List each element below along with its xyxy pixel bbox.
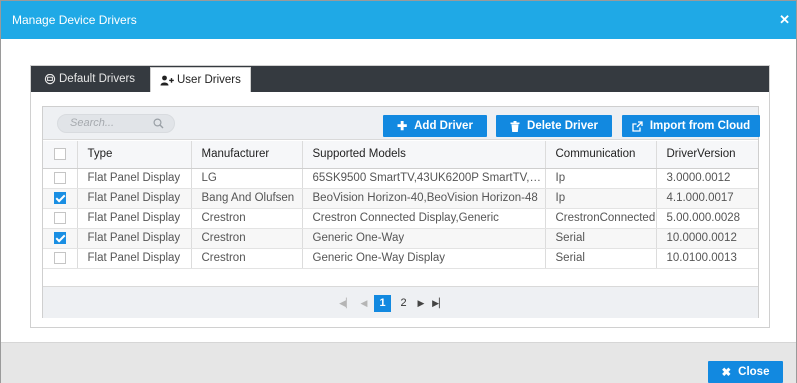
- external-link-icon: [632, 120, 643, 132]
- cell-supported-models: 65SK9500 SmartTV,43UK6200P SmartTV,43...: [302, 168, 546, 189]
- cell-communication: Serial: [545, 228, 657, 249]
- page-2-button[interactable]: 2: [395, 295, 412, 312]
- row-checkbox[interactable]: [53, 211, 66, 224]
- row-checkbox[interactable]: [53, 251, 66, 264]
- row-checkbox[interactable]: [53, 191, 66, 204]
- cell-type: Flat Panel Display: [77, 188, 192, 209]
- table-row[interactable]: Flat Panel Display Crestron Generic One-…: [43, 248, 758, 269]
- cell-type: Flat Panel Display: [77, 228, 192, 249]
- add-driver-label: Add Driver: [414, 120, 473, 132]
- pagination: ◀▏ ◀ 1 2 ▶ ▶▏: [43, 286, 758, 318]
- column-header-manufacturer[interactable]: Manufacturer: [191, 141, 303, 169]
- cell-type: Flat Panel Display: [77, 168, 192, 189]
- first-page-icon[interactable]: ◀▏: [339, 295, 353, 312]
- close-x-icon: ✖: [721, 367, 732, 379]
- row-select-cell: [43, 168, 78, 189]
- cell-type: Flat Panel Display: [77, 248, 192, 269]
- tab-default-drivers[interactable]: Default Drivers: [35, 66, 144, 92]
- tab-default-drivers-label: Default Drivers: [59, 73, 136, 85]
- row-select-cell: [43, 188, 78, 209]
- drivers-grid-container: Search... ✚ Add Driver Delete Driver Imp…: [42, 106, 760, 318]
- cell-manufacturer: Crestron: [191, 228, 303, 249]
- dialog-title: Manage Device Drivers: [12, 13, 137, 27]
- close-icon[interactable]: ✕: [779, 12, 790, 28]
- add-driver-button[interactable]: ✚ Add Driver: [383, 115, 487, 137]
- drivers-panel: Default Drivers User Drivers Search... ✚…: [30, 65, 770, 328]
- cell-type: Flat Panel Display: [77, 208, 192, 229]
- table-row[interactable]: Flat Panel Display LG 65SK9500 SmartTV,4…: [43, 168, 758, 189]
- cell-communication: Ip: [545, 188, 657, 209]
- search-placeholder: Search...: [70, 117, 115, 129]
- select-all-checkbox[interactable]: [53, 148, 66, 161]
- close-button[interactable]: ✖ Close: [708, 361, 783, 383]
- cell-communication: Ip: [545, 168, 657, 189]
- row-checkbox[interactable]: [53, 231, 66, 244]
- cell-supported-models: Generic One-Way: [302, 228, 546, 249]
- tab-bar: Default Drivers User Drivers: [31, 66, 769, 92]
- table-row[interactable]: Flat Panel Display Crestron Crestron Con…: [43, 208, 758, 229]
- table-row[interactable]: Flat Panel Display Bang And Olufsen BeoV…: [43, 188, 758, 209]
- monitor-icon: [44, 73, 56, 84]
- cell-communication: Serial: [545, 248, 657, 269]
- page-1-button[interactable]: 1: [374, 295, 391, 312]
- row-select-cell: [43, 248, 78, 269]
- import-from-cloud-button[interactable]: Import from Cloud: [622, 115, 760, 137]
- trash-icon: [510, 120, 520, 132]
- search-input[interactable]: Search...: [57, 114, 175, 133]
- cell-supported-models: Generic One-Way Display: [302, 248, 546, 269]
- cell-supported-models: Crestron Connected Display,Generic: [302, 208, 546, 229]
- column-header-type[interactable]: Type: [77, 141, 192, 169]
- grid-toolbar: Search... ✚ Add Driver Delete Driver Imp…: [43, 107, 760, 140]
- tab-user-drivers[interactable]: User Drivers: [150, 67, 251, 92]
- cell-manufacturer: LG: [191, 168, 303, 189]
- drivers-table: Type Manufacturer Supported Models Commu…: [43, 141, 758, 269]
- delete-driver-button[interactable]: Delete Driver: [496, 115, 612, 137]
- row-select-cell: [43, 208, 78, 229]
- previous-page-icon[interactable]: ◀: [357, 295, 371, 312]
- cell-driver-version: 3.0000.0012: [656, 168, 758, 189]
- manage-drivers-dialog: Manage Device Drivers ✕ Default Drivers: [0, 0, 797, 383]
- tab-user-drivers-label: User Drivers: [177, 74, 241, 86]
- cell-driver-version: 5.00.000.0028: [656, 208, 758, 229]
- column-header-supported-models[interactable]: Supported Models: [302, 141, 546, 169]
- last-page-icon[interactable]: ▶▏: [432, 295, 446, 312]
- plus-icon: ✚: [397, 119, 408, 133]
- import-from-cloud-label: Import from Cloud: [649, 120, 751, 132]
- next-page-icon[interactable]: ▶: [414, 295, 428, 312]
- row-checkbox[interactable]: [53, 171, 66, 184]
- table-header-row: Type Manufacturer Supported Models Commu…: [43, 141, 758, 169]
- cell-supported-models: BeoVision Horizon-40,BeoVision Horizon-4…: [302, 188, 546, 209]
- close-button-label: Close: [738, 366, 770, 378]
- select-all-cell: [43, 141, 78, 169]
- cell-manufacturer: Crestron: [191, 208, 303, 229]
- add-user-icon: [160, 75, 174, 85]
- column-header-communication[interactable]: Communication: [545, 141, 657, 169]
- search-icon: [153, 118, 164, 129]
- column-header-driver-version[interactable]: DriverVersion: [656, 141, 758, 169]
- cell-manufacturer: Crestron: [191, 248, 303, 269]
- cell-driver-version: 4.1.000.0017: [656, 188, 758, 209]
- delete-driver-label: Delete Driver: [527, 120, 598, 132]
- cell-driver-version: 10.0100.0013: [656, 248, 758, 269]
- dialog-body: Default Drivers User Drivers Search... ✚…: [1, 39, 796, 342]
- dialog-title-bar: Manage Device Drivers ✕: [1, 1, 796, 39]
- cell-driver-version: 10.0000.0012: [656, 228, 758, 249]
- cell-communication: CrestronConnected: [545, 208, 657, 229]
- dialog-footer: ✖ Close: [1, 342, 796, 383]
- table-row[interactable]: Flat Panel Display Crestron Generic One-…: [43, 228, 758, 249]
- row-select-cell: [43, 228, 78, 249]
- cell-manufacturer: Bang And Olufsen: [191, 188, 303, 209]
